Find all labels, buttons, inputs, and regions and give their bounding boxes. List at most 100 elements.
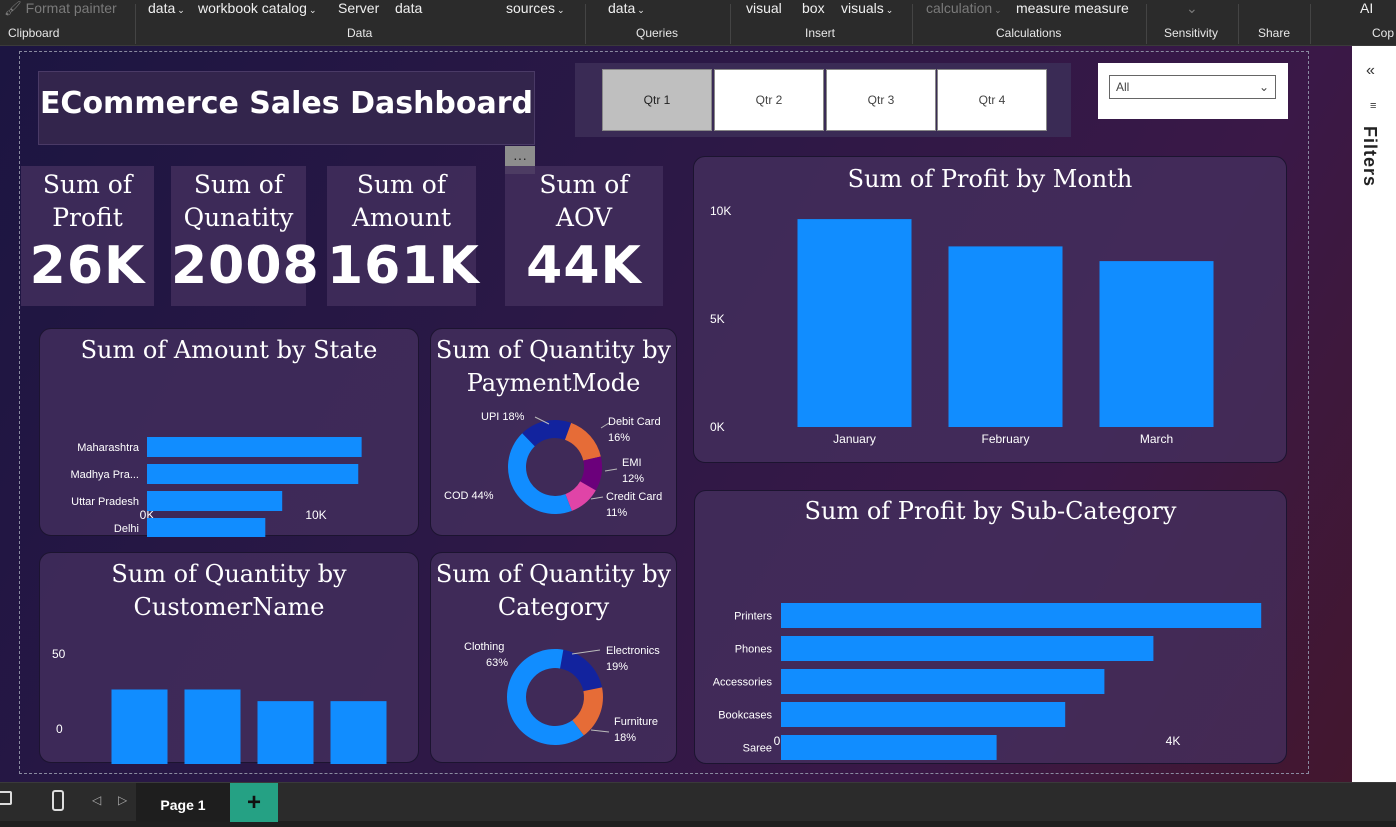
bar[interactable] — [781, 603, 1262, 628]
ribbon-new-visual-button[interactable]: visual — [746, 0, 782, 16]
ribbon-new-calculation-button[interactable]: calculation ⌄ — [926, 0, 1002, 16]
y-category-label: Madhya Pra... — [71, 469, 139, 481]
donut-label: Electronics — [606, 645, 660, 657]
quarter-slicer: Qtr 1 Qtr 2 Qtr 3 Qtr 4 — [575, 63, 1071, 137]
chart-amount-by-state[interactable]: Sum of Amount by State 0K 10K Maharashtr… — [39, 328, 419, 537]
profit-by-month-plot: 10K 5K 0K January February March — [710, 204, 1214, 446]
donut-label: Debit Card — [608, 416, 661, 428]
add-page-button[interactable]: + — [230, 783, 278, 822]
format-painter-button[interactable]: 🖌 Format painter — [4, 0, 117, 17]
ribbon-workbook-catalog-button[interactable]: workbook catalog ⌄ — [198, 0, 317, 16]
donut-slice[interactable] — [564, 422, 601, 461]
slicer-qtr-1[interactable]: Qtr 1 — [602, 69, 712, 131]
leader-line — [590, 729, 610, 733]
bar[interactable] — [147, 518, 266, 537]
ribbon-divider — [585, 4, 586, 44]
slicer-qtr-4[interactable]: Qtr 4 — [937, 69, 1047, 131]
bar[interactable] — [147, 464, 359, 484]
ribbon-quick-measure-button[interactable]: measure measure — [1016, 0, 1129, 16]
bar[interactable] — [781, 669, 1105, 694]
bar[interactable] — [781, 702, 1066, 727]
bar[interactable] — [781, 636, 1154, 661]
amount-by-state-plot: 0K 10K MaharashtraMadhya Pra...Uttar Pra… — [71, 437, 362, 537]
group-insert: Insert — [805, 26, 836, 40]
leader-line — [590, 496, 604, 500]
bar[interactable] — [948, 246, 1063, 427]
kpi-label: Sum of AOV — [539, 170, 629, 232]
ribbon-sql-server-button[interactable]: Server — [338, 0, 379, 16]
ribbon-text-box-button[interactable]: box — [802, 0, 825, 16]
next-page-icon[interactable]: ▷ — [118, 793, 127, 807]
ribbon-more-visuals-button[interactable]: visuals ⌄ — [841, 0, 893, 16]
y-category-label: Printers — [734, 611, 772, 623]
kpi-card-profit[interactable]: Sum of Profit 26K — [21, 166, 154, 306]
chart-profit-by-subcategory[interactable]: Sum of Profit by Sub-Category 0K 2K 4K P… — [694, 490, 1287, 764]
ribbon-get-data-button[interactable]: data ⌄ — [148, 0, 185, 16]
bar[interactable] — [257, 701, 314, 764]
dashboard-title-box[interactable]: ECommerce Sales Dashboard — [38, 71, 535, 145]
chevron-down-icon: ⌄ — [177, 5, 185, 15]
filters-pane[interactable]: « ≡ Filters — [1352, 46, 1396, 782]
x-category-label: January — [833, 432, 876, 446]
profit-by-subcategory-plot: 0K 2K 4K PrintersPhonesAccessoriesBookca… — [713, 603, 1262, 760]
chevron-down-icon: ⌄ — [1258, 80, 1269, 94]
slicer-qtr-2[interactable]: Qtr 2 — [714, 69, 824, 131]
kpi-value: 26K — [29, 236, 146, 296]
y-category-label: Bookcases — [718, 710, 772, 722]
previous-page-icon[interactable]: ◁ — [92, 793, 101, 807]
group-clipboard: Clipboard — [8, 26, 60, 40]
y-tick-label: 0K — [710, 420, 725, 434]
group-data: Data — [347, 26, 373, 40]
donut-slice[interactable] — [560, 649, 603, 692]
y-category-label: Phones — [735, 644, 773, 656]
donut-label: Credit Card — [606, 491, 662, 503]
collapse-filters-icon[interactable]: « — [1366, 62, 1375, 80]
chevron-down-icon: ⌄ — [637, 5, 645, 15]
kpi-value: 44K — [526, 236, 642, 296]
kpi-label: Sum of Qunatity — [183, 170, 294, 232]
leader-line — [571, 649, 601, 655]
desktop-view-icon[interactable] — [0, 791, 12, 805]
chevron-down-icon: ⌄ — [557, 5, 565, 15]
bar[interactable] — [797, 219, 912, 427]
paintbrush-icon: 🖌 — [4, 0, 22, 16]
bar[interactable] — [1099, 261, 1214, 427]
bar[interactable] — [147, 491, 283, 511]
ribbon-enter-data-button[interactable]: data — [395, 0, 422, 16]
kpi-card-aov[interactable]: Sum of AOV 44K — [505, 166, 663, 306]
mobile-view-icon[interactable] — [52, 790, 64, 811]
slicer-qtr-3[interactable]: Qtr 3 — [826, 69, 936, 131]
y-category-label: Delhi — [114, 523, 139, 535]
page-tab-1[interactable]: Page 1 — [136, 783, 230, 822]
donut-label: UPI 18% — [481, 411, 525, 423]
bar[interactable] — [330, 701, 387, 764]
report-canvas[interactable]: ECommerce Sales Dashboard ··· Qtr 1 Qtr … — [0, 46, 1352, 782]
chart-profit-by-month[interactable]: Sum of Profit by Month 10K 5K 0K January… — [693, 156, 1287, 463]
x-category-label: February — [981, 432, 1029, 446]
ribbon-recent-sources-button[interactable]: sources ⌄ — [506, 0, 565, 16]
dropdown-value: All — [1116, 80, 1130, 94]
bar[interactable] — [147, 437, 362, 457]
bar[interactable] — [111, 689, 168, 764]
donut-label: EMI — [622, 457, 642, 469]
ribbon-divider — [1146, 4, 1147, 44]
group-queries: Queries — [636, 26, 679, 40]
quantity-by-customer-plot: 50 0 HarivanshShrutiParishiSarita — [52, 647, 387, 764]
sensitivity-chevron-icon[interactable]: ⌄ — [1186, 0, 1198, 17]
bar[interactable] — [184, 689, 241, 764]
kpi-card-amount[interactable]: Sum of Amount 161K — [327, 166, 479, 306]
x-tick-label: 4K — [1166, 734, 1181, 748]
chart-quantity-by-category[interactable]: Sum of Quantity by Category Clothing 63% … — [430, 552, 677, 763]
chart-quantity-by-customername[interactable]: Sum of Quantity byCustomerName 50 0 Hari… — [39, 552, 419, 764]
bar[interactable] — [781, 735, 997, 760]
ribbon-ai-button[interactable]: AI — [1360, 0, 1373, 16]
chart-quantity-by-paymentmode[interactable]: Sum of Quantity by PaymentMode UPI 18% De… — [430, 328, 677, 536]
ribbon-transform-data-button[interactable]: data ⌄ — [608, 0, 645, 16]
filter-funnel-icon[interactable]: ≡ — [1370, 100, 1376, 112]
kpi-card-quantity[interactable]: Sum of Qunatity 2008 — [171, 166, 319, 306]
ribbon-divider — [730, 4, 731, 44]
donut-label: 11% — [606, 507, 627, 519]
dropdown-select[interactable]: All ⌄ — [1109, 75, 1276, 99]
donut-slice[interactable] — [508, 433, 572, 514]
y-tick-label: 10K — [710, 204, 731, 218]
